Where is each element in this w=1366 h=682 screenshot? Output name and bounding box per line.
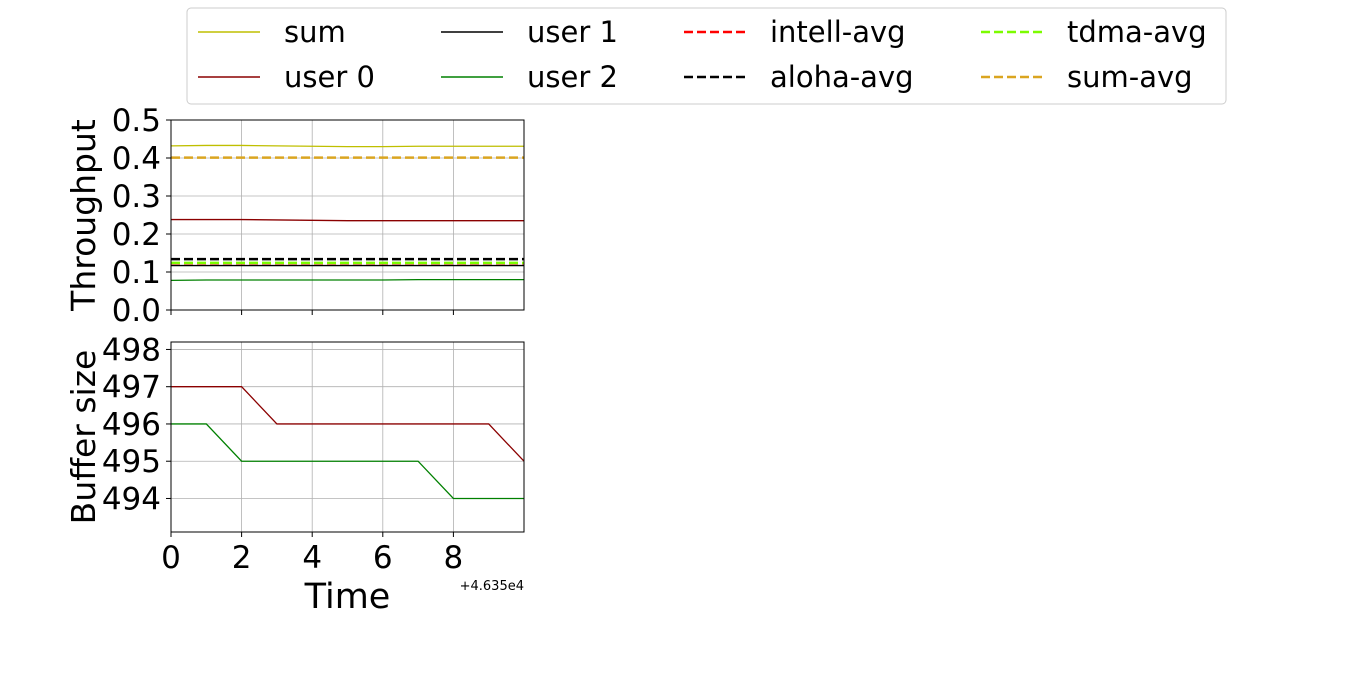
legend-label-user-1: user 1 [527,15,618,49]
axes-frame [170,341,525,533]
figure: sum user 0 user 1 user 2 intell-avg aloha-avg… [64,7,1227,617]
y-axis-label: Buffer size [64,350,103,525]
legend-label-intell-avg: intell-avg [770,15,906,49]
x-tick-label: 0 [161,540,181,576]
y-tick-label: 495 [102,444,161,480]
legend-label-user-0: user 0 [284,60,375,94]
y-tick-label: 494 [102,481,161,517]
x-tick-label: 2 [232,540,252,576]
series-line-user-2 [170,278,524,282]
axes-frame [170,119,525,311]
y-tick-label: 498 [102,332,161,368]
y-tick-label: 0.3 [112,179,161,215]
legend-label-aloha-avg: aloha-avg [770,60,914,94]
throughput-panel: 0.00.10.20.30.40.5Throughput [64,103,525,329]
x-tick-label: 8 [444,540,464,576]
x-offset-label: +4.635e4 [460,579,524,594]
legend: sum user 0 user 1 user 2 intell-avg aloha-avg… [186,7,1227,105]
x-tick-label: 4 [302,540,322,576]
y-tick-label: 0.5 [112,103,161,139]
x-axis-label: Time [304,577,391,617]
legend-label-user-2: user 2 [527,60,618,94]
legend-label-sum-avg: sum-avg [1067,60,1193,94]
legend-label-tdma-avg: tdma-avg [1067,15,1207,49]
series-line-sum [170,144,524,148]
y-tick-label: 0.0 [112,293,161,329]
y-tick-label: 0.1 [112,255,161,291]
y-tick-label: 497 [102,370,161,406]
y-tick-label: 496 [102,407,161,443]
x-tick-label: 6 [373,540,393,576]
buffer-size-panel: 494495496497498 0 2 4 6 8 Buffer size Time +4.63… [64,332,525,617]
legend-label-sum: sum [284,15,346,49]
y-tick-label: 0.4 [112,141,161,177]
y-tick-label: 0.2 [112,217,161,253]
y-axis-label: Throughput [64,119,103,312]
series-line-user-0 [171,218,524,222]
